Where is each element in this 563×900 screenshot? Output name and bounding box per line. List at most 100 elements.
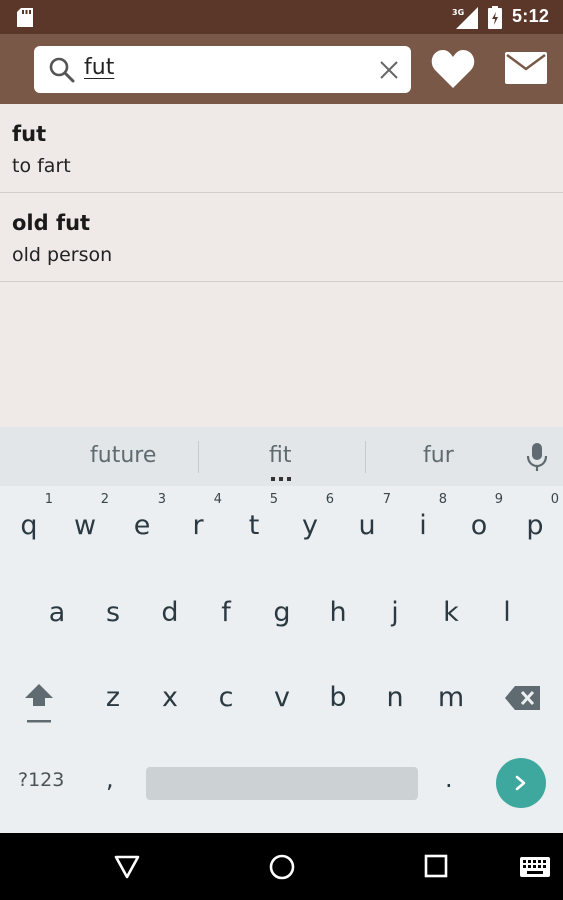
key-label: f bbox=[221, 597, 231, 628]
key-label: w bbox=[73, 510, 97, 541]
key-label: a bbox=[48, 597, 66, 628]
key-label: z bbox=[105, 682, 121, 713]
key-label: l bbox=[503, 597, 511, 628]
key-s[interactable]: s bbox=[93, 587, 133, 641]
key-label: i bbox=[419, 510, 427, 541]
result-term: old fut bbox=[12, 211, 91, 235]
key-e[interactable]: e3 bbox=[122, 492, 166, 554]
key-hint: 7 bbox=[382, 492, 391, 507]
key-label: v bbox=[274, 682, 290, 713]
key-q[interactable]: q1 bbox=[9, 492, 53, 554]
soft-keyboard: future fit fur q1 w2 e3 r4 t5 y6 u7 i8 o… bbox=[0, 427, 563, 833]
search-icon bbox=[49, 57, 75, 83]
key-f[interactable]: f bbox=[206, 587, 246, 641]
key-hint: 3 bbox=[157, 492, 166, 507]
key-d[interactable]: d bbox=[150, 587, 190, 641]
result-item[interactable]: fut to fart bbox=[0, 104, 563, 193]
battery-icon bbox=[488, 6, 502, 29]
symbols-key[interactable]: ?123 bbox=[18, 769, 64, 791]
key-label: j bbox=[391, 597, 399, 628]
key-o[interactable]: o9 bbox=[459, 492, 503, 554]
status-time: 5:12 bbox=[512, 6, 550, 26]
key-hint: 2 bbox=[100, 492, 109, 507]
suggestion-divider bbox=[365, 441, 366, 473]
key-b[interactable]: b bbox=[318, 672, 358, 726]
key-hint: 8 bbox=[438, 492, 447, 507]
key-k[interactable]: k bbox=[431, 587, 471, 641]
result-definition: to fart bbox=[12, 155, 71, 177]
key-label: m bbox=[437, 682, 465, 713]
back-icon[interactable] bbox=[113, 853, 141, 881]
key-label: r bbox=[192, 510, 204, 541]
signal-icon: 3G bbox=[452, 7, 478, 29]
key-p[interactable]: p0 bbox=[515, 492, 559, 554]
search-input[interactable]: fut bbox=[84, 55, 114, 80]
suggestion-strip: future fit fur bbox=[0, 427, 563, 486]
suggestion-divider bbox=[198, 441, 199, 473]
key-c[interactable]: c bbox=[206, 672, 246, 726]
key-hint: 9 bbox=[494, 492, 503, 507]
key-hint: 5 bbox=[269, 492, 278, 507]
key-g[interactable]: g bbox=[262, 587, 302, 641]
keyboard-icon[interactable] bbox=[520, 857, 550, 877]
key-label: y bbox=[302, 510, 318, 541]
key-label: n bbox=[386, 682, 404, 713]
chevron-right-icon bbox=[515, 775, 526, 791]
key-i[interactable]: i8 bbox=[403, 492, 447, 554]
clear-icon[interactable] bbox=[378, 59, 400, 81]
app-bar: fut bbox=[0, 34, 563, 104]
recents-icon[interactable] bbox=[424, 854, 448, 878]
key-label: s bbox=[105, 597, 121, 628]
result-item[interactable]: old fut old person bbox=[0, 193, 563, 282]
heart-icon[interactable] bbox=[430, 46, 476, 92]
mail-icon[interactable] bbox=[504, 48, 548, 88]
key-label: d bbox=[161, 597, 179, 628]
key-m[interactable]: m bbox=[431, 672, 471, 726]
key-w[interactable]: w2 bbox=[65, 492, 109, 554]
key-label: k bbox=[443, 597, 459, 628]
key-hint: 1 bbox=[44, 492, 53, 507]
results-list: fut to fart old fut old person bbox=[0, 104, 563, 282]
key-label: q bbox=[20, 510, 38, 541]
key-y[interactable]: y6 bbox=[290, 492, 334, 554]
microphone-icon[interactable] bbox=[525, 442, 549, 472]
key-label: u bbox=[358, 510, 376, 541]
key-n[interactable]: n bbox=[375, 672, 415, 726]
key-label: t bbox=[248, 510, 260, 541]
key-r[interactable]: r4 bbox=[178, 492, 222, 554]
key-v[interactable]: v bbox=[262, 672, 302, 726]
suggestion-future[interactable]: future bbox=[90, 443, 156, 468]
key-label: c bbox=[218, 682, 234, 713]
comma-key[interactable]: , bbox=[106, 765, 114, 793]
backspace-icon[interactable] bbox=[504, 682, 542, 714]
key-label: p bbox=[526, 510, 544, 541]
navigation-bar bbox=[0, 833, 563, 900]
key-a[interactable]: a bbox=[37, 587, 77, 641]
key-label: x bbox=[162, 682, 178, 713]
home-icon[interactable] bbox=[268, 853, 296, 881]
key-label: h bbox=[329, 597, 347, 628]
key-h[interactable]: h bbox=[318, 587, 358, 641]
suggestion-fur[interactable]: fur bbox=[423, 443, 454, 468]
key-z[interactable]: z bbox=[93, 672, 133, 726]
key-hint: 0 bbox=[550, 492, 559, 507]
key-label: o bbox=[470, 510, 488, 541]
more-suggestions-icon bbox=[271, 477, 291, 481]
shift-icon[interactable] bbox=[18, 677, 60, 731]
key-x[interactable]: x bbox=[150, 672, 190, 726]
suggestion-fit[interactable]: fit bbox=[269, 443, 291, 468]
key-j[interactable]: j bbox=[375, 587, 415, 641]
space-key[interactable] bbox=[146, 767, 418, 800]
network-type: 3G bbox=[452, 8, 464, 17]
key-t[interactable]: t5 bbox=[234, 492, 278, 554]
search-box[interactable]: fut bbox=[34, 46, 411, 93]
key-hint: 6 bbox=[325, 492, 334, 507]
enter-key[interactable] bbox=[496, 758, 546, 808]
key-hint: 4 bbox=[213, 492, 222, 507]
key-label: e bbox=[133, 510, 151, 541]
period-key[interactable]: . bbox=[445, 765, 453, 793]
key-label: g bbox=[273, 597, 291, 628]
key-l[interactable]: l bbox=[487, 587, 527, 641]
sd-card-icon bbox=[17, 8, 33, 27]
key-u[interactable]: u7 bbox=[347, 492, 391, 554]
